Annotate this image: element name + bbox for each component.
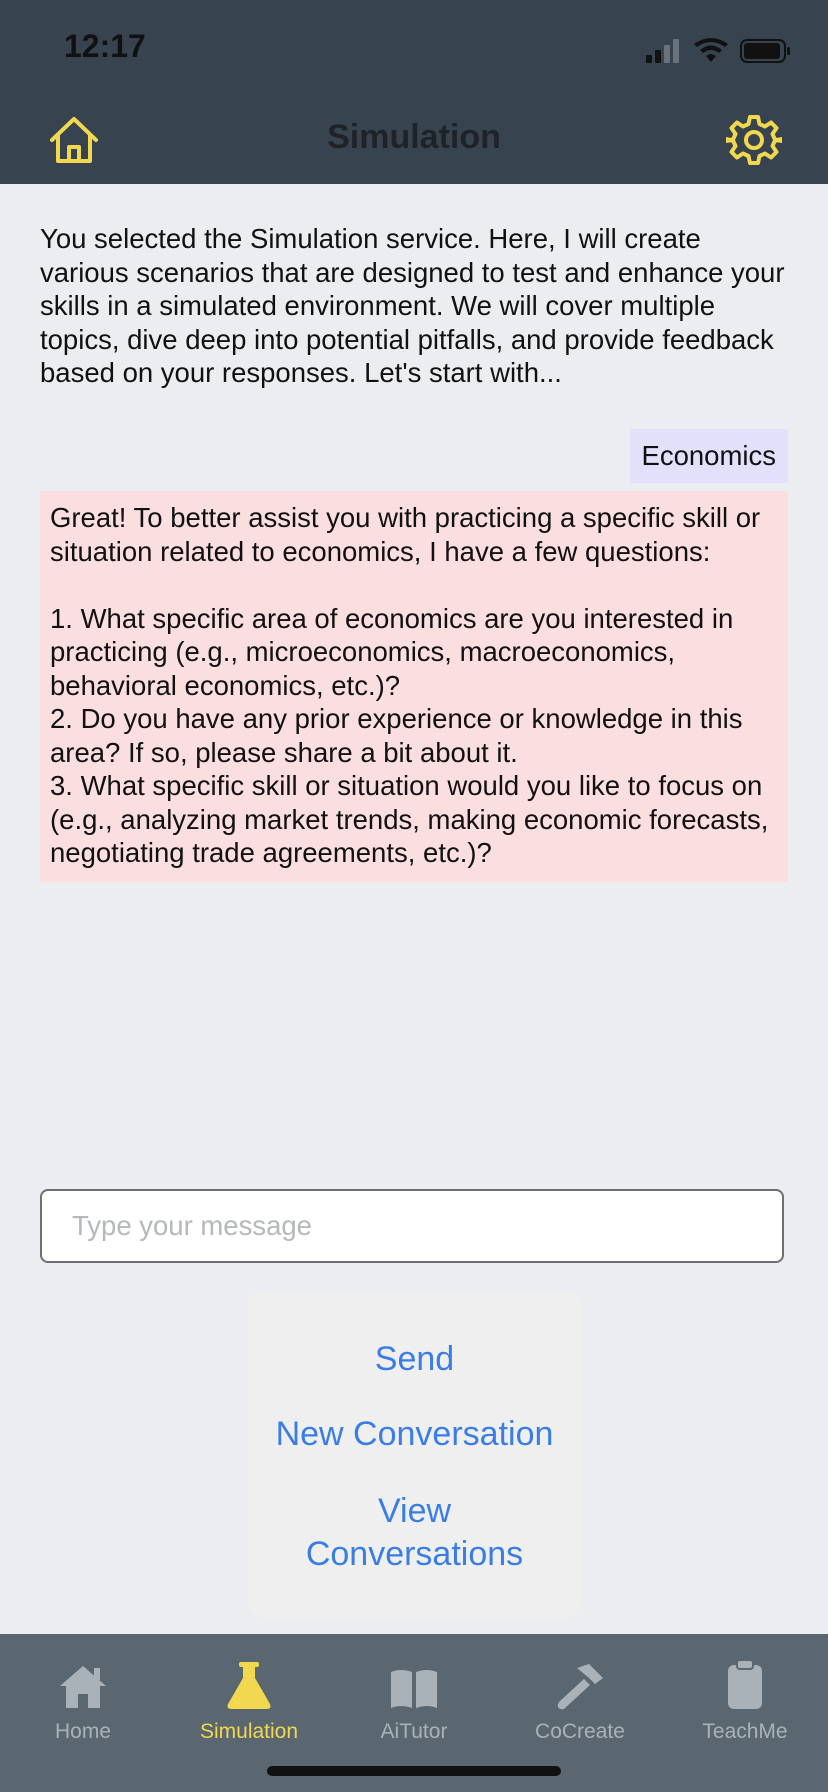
tab-teachme[interactable]: TeachMe	[662, 1644, 828, 1754]
home-indicator[interactable]	[267, 1766, 561, 1776]
action-panel: Send New Conversation View Conversations	[247, 1290, 582, 1618]
settings-button[interactable]	[724, 112, 784, 168]
tab-label: Home	[54, 1720, 112, 1743]
tab-label: TeachMe	[702, 1720, 788, 1743]
tab-label: AiTutor	[380, 1720, 448, 1743]
clipboard-icon	[728, 1660, 762, 1709]
user-message-bubble: Economics	[629, 429, 788, 483]
tab-label: Simulation	[199, 1720, 299, 1743]
status-icons	[646, 36, 792, 66]
send-button[interactable]: Send	[247, 1340, 582, 1379]
hammer-icon	[557, 1664, 603, 1710]
tab-bar: Home Simulation AiTutor CoCreate TeachMe	[0, 1634, 828, 1792]
tab-home[interactable]: Home	[0, 1644, 166, 1754]
assistant-reply-bubble: Great! To better assist you with practic…	[40, 491, 788, 882]
message-input[interactable]	[40, 1189, 784, 1263]
page-title: Simulation	[327, 118, 501, 156]
signal-icon	[646, 39, 679, 63]
assistant-intro-message: You selected the Simulation service. Her…	[40, 223, 785, 388]
tab-aitutor[interactable]: AiTutor	[331, 1644, 497, 1754]
gear-icon	[724, 115, 784, 165]
tab-label: CoCreate	[535, 1720, 625, 1743]
house-icon	[60, 1666, 106, 1708]
tab-simulation[interactable]: Simulation	[166, 1644, 332, 1754]
book-icon	[391, 1670, 437, 1708]
top-bar: 12:17 Simulation	[0, 0, 828, 184]
status-time: 12:17	[64, 28, 146, 64]
view-conversations-button[interactable]: View Conversations	[292, 1490, 537, 1576]
wifi-icon	[694, 38, 728, 62]
new-conversation-button[interactable]: New Conversation	[247, 1415, 582, 1454]
tab-cocreate[interactable]: CoCreate	[497, 1644, 663, 1754]
chat-area: You selected the Simulation service. Her…	[40, 222, 788, 390]
flask-icon	[227, 1662, 271, 1709]
battery-icon	[740, 39, 790, 63]
